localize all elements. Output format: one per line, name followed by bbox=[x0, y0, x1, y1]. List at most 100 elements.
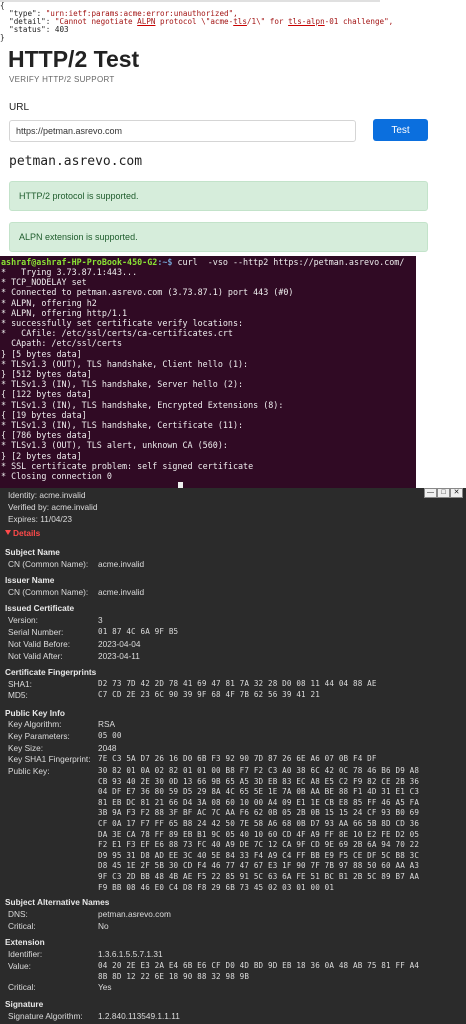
not-before-label: Not Valid Before: bbox=[8, 639, 71, 649]
sha1-label: SHA1: bbox=[8, 679, 32, 689]
key-algorithm-value: RSA bbox=[98, 719, 116, 729]
key-size-label: Key Size: bbox=[8, 743, 44, 753]
terminal-output-line: * ALPN, offering h2 bbox=[1, 297, 97, 308]
http2-test-page: HTTP/2 Test VERIFY HTTP/2 SUPPORT URL Te… bbox=[0, 44, 466, 256]
subject-cn-label: CN (Common Name): bbox=[8, 559, 89, 569]
page-subtitle: VERIFY HTTP/2 SUPPORT bbox=[9, 75, 115, 84]
json-detail-part: tls-alpn bbox=[288, 17, 325, 26]
public-key-line: CF 0A 17 F7 FF 65 B8 24 42 50 7E 58 A6 6… bbox=[98, 819, 420, 828]
key-size-value: 2048 bbox=[98, 743, 117, 753]
section-signature: Signature bbox=[5, 999, 44, 1009]
public-key-line: D9 95 31 D8 AD EE 3C 40 5E 84 33 F4 A9 C… bbox=[98, 850, 420, 860]
json-detail-part: -01 challenge", bbox=[324, 17, 394, 26]
terminal-output-line: } [5 bytes data] bbox=[1, 348, 82, 359]
json-detail-part: tls bbox=[233, 17, 247, 26]
public-key-line: 30 82 01 0A 02 82 01 01 00 B8 F7 F2 C3 A… bbox=[98, 766, 420, 775]
public-key-line: 04 DF E7 36 80 59 D5 29 8A 4C 65 5E 1E 7… bbox=[98, 787, 420, 797]
ext-critical-value: Yes bbox=[98, 982, 112, 992]
ext-critical-label: Critical: bbox=[8, 982, 36, 992]
terminal-output-line: * TLSv1.3 (IN), TLS handshake, Server he… bbox=[1, 379, 244, 390]
terminal-command: curl -vso --http2 https://petman.asrevo.… bbox=[172, 257, 405, 267]
public-key-line: D8 45 1E 2F 5B 30 CD F4 46 77 47 67 E3 1… bbox=[98, 861, 420, 871]
json-status-key: "status": bbox=[9, 25, 55, 34]
signature-algorithm-value: 1.2.840.113549.1.1.11 bbox=[98, 1011, 180, 1021]
version-label: Version: bbox=[8, 615, 38, 625]
issuer-cn-label: CN (Common Name): bbox=[8, 587, 89, 597]
tested-domain: petman.asrevo.com bbox=[9, 154, 143, 169]
terminal-output-line: * TLSv1.3 (IN), TLS handshake, Certifica… bbox=[1, 420, 244, 430]
section-subject-name: Subject Name bbox=[5, 547, 60, 557]
cert-expires: Expires: 11/04/23 bbox=[8, 514, 72, 524]
serial-label: Serial Number: bbox=[8, 627, 64, 637]
ext-value-line: 04 20 2E E3 2A E4 6B E6 CF D0 4D BD 9D E… bbox=[98, 961, 420, 970]
not-before-value: 2023-04-04 bbox=[98, 639, 141, 649]
key-sha1-value: 7E C3 5A D7 26 16 D0 6B F3 92 90 7D 87 2… bbox=[98, 754, 377, 763]
close-button[interactable]: ✕ bbox=[450, 488, 463, 498]
maximize-button[interactable]: □ bbox=[437, 488, 450, 498]
json-detail-part: /1\" for bbox=[246, 17, 289, 26]
terminal-output-line: * Trying 3.73.87.1:443... bbox=[1, 267, 138, 277]
terminal-output-line: * CAfile: /etc/ssl/certs/ca-certificates… bbox=[1, 328, 233, 339]
section-public-key-info: Public Key Info bbox=[5, 708, 65, 718]
public-key-line: 81 EB DC 81 21 66 D4 3A 08 60 10 00 A4 0… bbox=[98, 797, 420, 807]
section-extension: Extension bbox=[5, 937, 45, 947]
url-input[interactable] bbox=[9, 120, 356, 142]
http2-supported-alert: HTTP/2 protocol is supported. bbox=[9, 181, 428, 211]
terminal-output-line: * TLSv1.3 (IN), TLS handshake, Encrypted… bbox=[1, 399, 284, 410]
prompt-path: :~$ bbox=[157, 257, 173, 267]
minimize-button[interactable]: — bbox=[424, 488, 437, 498]
json-brace-close: } bbox=[0, 33, 5, 42]
identifier-label: Identifier: bbox=[8, 949, 43, 959]
ext-value-line: 8B 8D 12 22 6E 18 90 88 32 98 9B bbox=[98, 971, 250, 981]
cert-identity: Identity: acme.invalid bbox=[8, 490, 86, 500]
terminal-output-line: CApath: /etc/ssl/certs bbox=[1, 338, 123, 349]
not-after-label: Not Valid After: bbox=[8, 651, 63, 661]
public-key-line: F9 BB 08 46 E0 C4 D8 F8 29 6B 73 45 02 0… bbox=[98, 882, 335, 892]
version-value: 3 bbox=[98, 615, 103, 625]
expand-triangle-icon bbox=[5, 530, 11, 535]
terminal-output-line: * Connected to petman.asrevo.com (3.73.8… bbox=[1, 287, 294, 298]
terminal-output-line: } [512 bytes data] bbox=[1, 369, 92, 379]
url-label: URL bbox=[9, 102, 30, 113]
public-key-line: DA 3E CA 78 FF 89 EB B1 9C 05 40 10 60 C… bbox=[98, 829, 420, 839]
key-parameters-value: 05 00 bbox=[98, 731, 122, 740]
section-subject-alt-names: Subject Alternative Names bbox=[5, 897, 110, 907]
section-issuer-name: Issuer Name bbox=[5, 575, 55, 585]
terminal-output-line: * successfully set certificate verify lo… bbox=[1, 318, 244, 328]
details-toggle[interactable]: Details bbox=[5, 528, 40, 538]
dns-value: petman.asrevo.com bbox=[98, 909, 171, 919]
terminal-window[interactable]: ashraf@ashraf-HP-ProBook-450-G2:~$ curl … bbox=[0, 256, 416, 488]
page-title: HTTP/2 Test bbox=[8, 46, 140, 72]
certificate-viewer: — □ ✕ Identity: acme.invalid Verified by… bbox=[0, 488, 466, 1024]
san-critical-value: No bbox=[98, 921, 109, 931]
terminal-output-line: * TLSv1.3 (OUT), TLS alert, unknown CA (… bbox=[1, 440, 228, 451]
terminal-output-line: { [786 bytes data] bbox=[1, 430, 92, 441]
terminal-output-line: } [2 bytes data] bbox=[1, 450, 82, 461]
terminal-output-line: * TCP_NODELAY set bbox=[1, 277, 87, 288]
public-key-line: F2 E1 F3 EF E6 88 73 FC 40 A9 DE 7C 12 C… bbox=[98, 840, 420, 850]
acme-error-json: { "type": "urn:ietf:params:acme:error:un… bbox=[0, 0, 466, 44]
san-critical-label: Critical: bbox=[8, 921, 36, 931]
signature-algorithm-label: Signature Algorithm: bbox=[8, 1011, 83, 1021]
terminal-output-line: * Closing connection 0 bbox=[1, 471, 112, 481]
details-label: Details bbox=[13, 528, 41, 538]
identifier-value: 1.3.6.1.5.5.7.1.31 bbox=[98, 949, 163, 959]
public-key-line: 3B 9A F3 F2 88 3F BF AC 7C AA F6 62 0B 0… bbox=[98, 808, 420, 818]
md5-value: C7 CD 2E 23 6C 90 39 9F 68 4F 7B 62 56 3… bbox=[98, 690, 320, 699]
prompt-user: ashraf@ashraf-HP-ProBook-450-G2 bbox=[1, 257, 158, 267]
section-fingerprints: Certificate Fingerprints bbox=[5, 667, 97, 677]
test-button[interactable]: Test bbox=[373, 119, 428, 141]
md5-label: MD5: bbox=[8, 690, 28, 700]
key-algorithm-label: Key Algorithm: bbox=[8, 719, 62, 729]
serial-value: 01 87 4C 6A 9F B5 bbox=[98, 627, 179, 636]
json-status-line: "status": 403 bbox=[0, 25, 68, 34]
dns-label: DNS: bbox=[8, 909, 28, 919]
terminal-output-line: * TLSv1.3 (OUT), TLS handshake, Client h… bbox=[1, 358, 249, 369]
terminal-output-line: * SSL certificate problem: self signed c… bbox=[1, 460, 254, 471]
terminal-prompt-line: ashraf@ashraf-HP-ProBook-450-G2:~$ curl … bbox=[1, 257, 404, 267]
json-detail-part: protocol \"acme- bbox=[155, 17, 234, 26]
public-key-line: CB 93 40 2E 30 0D 13 66 9B 65 A5 3D EB 8… bbox=[98, 776, 420, 786]
cert-verified-by: Verified by: acme.invalid bbox=[8, 502, 98, 512]
issuer-cn-value: acme.invalid bbox=[98, 587, 145, 597]
subject-cn-value: acme.invalid bbox=[98, 559, 145, 569]
